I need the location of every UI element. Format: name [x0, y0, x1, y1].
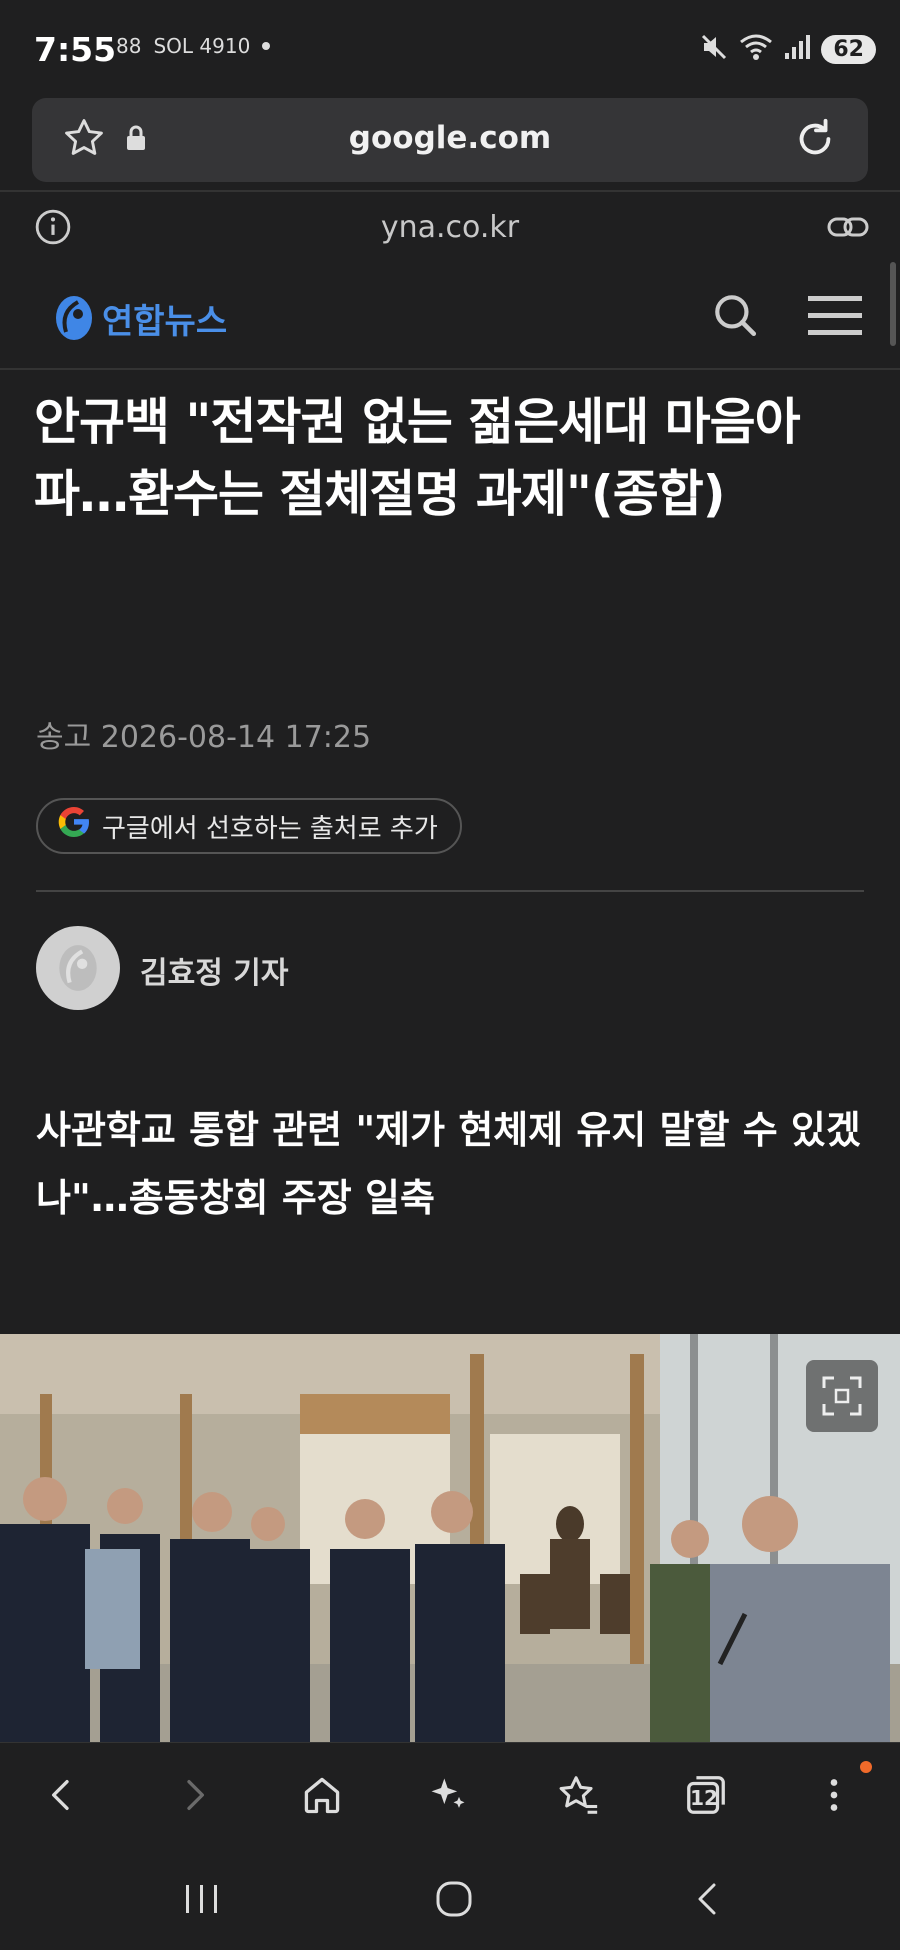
preferred-source-label: 구글에서 선호하는 출처로 추가 [102, 813, 438, 844]
forward-icon [187, 1780, 204, 1810]
sparkle-icon [431, 1778, 465, 1808]
update-badge [860, 1761, 872, 1773]
article-subheadline: 사관학교 통합 관련 "제가 현체제 유지 말할 수 있겠나"…총동창회 주장 … [36, 1108, 861, 1220]
status-right-icons: 62 [699, 32, 876, 66]
link-icon[interactable] [826, 212, 870, 246]
avatar-logo-icon [59, 945, 97, 991]
reload-icon[interactable] [792, 116, 838, 166]
yonhap-logo[interactable]: 연합뉴스 [52, 292, 227, 344]
site-info-bar: yna.co.kr [0, 192, 900, 264]
back-icon [52, 1780, 69, 1810]
bookmarks-icon [559, 1776, 598, 1814]
system-back-icon [698, 1883, 716, 1915]
status-time: 7:55 [34, 30, 117, 69]
article-photo[interactable] [0, 1334, 900, 1742]
bookmarks-button[interactable] [550, 1767, 606, 1823]
mute-icon [699, 32, 729, 66]
logo-text: 연합뉴스 [102, 301, 228, 342]
article-date: 송고 2026-08-14 17:25 [36, 720, 372, 755]
reporter-avatar [36, 926, 120, 1010]
fullscreen-button[interactable] [806, 1360, 878, 1432]
ai-assistant-button[interactable] [420, 1767, 476, 1823]
wifi-icon [739, 32, 773, 66]
logo-icon [56, 296, 92, 340]
more-icon [830, 1779, 838, 1811]
recent-apps-button[interactable] [172, 1874, 232, 1924]
url-text[interactable]: google.com [32, 120, 868, 156]
battery-indicator: 62 [821, 34, 876, 64]
add-preferred-source-button[interactable]: 구글에서 선호하는 출처로 추가 [36, 798, 462, 854]
status-left-icons: 88 SOL 4910 [116, 34, 271, 58]
system-home-button[interactable] [424, 1874, 484, 1924]
site-header: 연합뉴스 [0, 264, 900, 370]
url-bar[interactable]: google.com [32, 98, 868, 182]
system-nav-bar [0, 1844, 900, 1950]
app-icon-sol: SOL 4910 [153, 34, 251, 58]
photo-scene [0, 1334, 900, 1742]
status-bar: 7:55 88 SOL 4910 62 [0, 0, 900, 96]
page-scrollbar[interactable] [890, 262, 896, 346]
article-headline: 안규백 "전작권 없는 젊은세대 마음아파…환수는 절체절명 과제"(종합) [34, 393, 801, 523]
search-icon[interactable] [710, 290, 760, 344]
expand-icon [822, 1376, 862, 1416]
more-button[interactable] [806, 1767, 862, 1823]
home-icon [304, 1777, 340, 1814]
google-g-icon [56, 804, 92, 849]
home-button[interactable] [294, 1767, 350, 1823]
site-domain: yna.co.kr [380, 210, 520, 245]
divider [36, 890, 864, 892]
signal-icon [783, 33, 811, 65]
recent-apps-icon [186, 1885, 217, 1913]
reporter-name[interactable]: 김효정 기자 [140, 948, 288, 992]
tab-count: 12 [690, 1786, 718, 1810]
back-button[interactable] [34, 1767, 90, 1823]
notification-dot-icon [262, 42, 271, 50]
browser-toolbar: 12 [0, 1742, 900, 1844]
system-home-icon [436, 1881, 472, 1917]
forward-button[interactable] [166, 1767, 222, 1823]
app-icon-88: 88 [116, 34, 142, 58]
system-back-button[interactable] [678, 1874, 738, 1924]
menu-icon[interactable] [808, 294, 862, 342]
tabs-button[interactable]: 12 [678, 1767, 734, 1823]
